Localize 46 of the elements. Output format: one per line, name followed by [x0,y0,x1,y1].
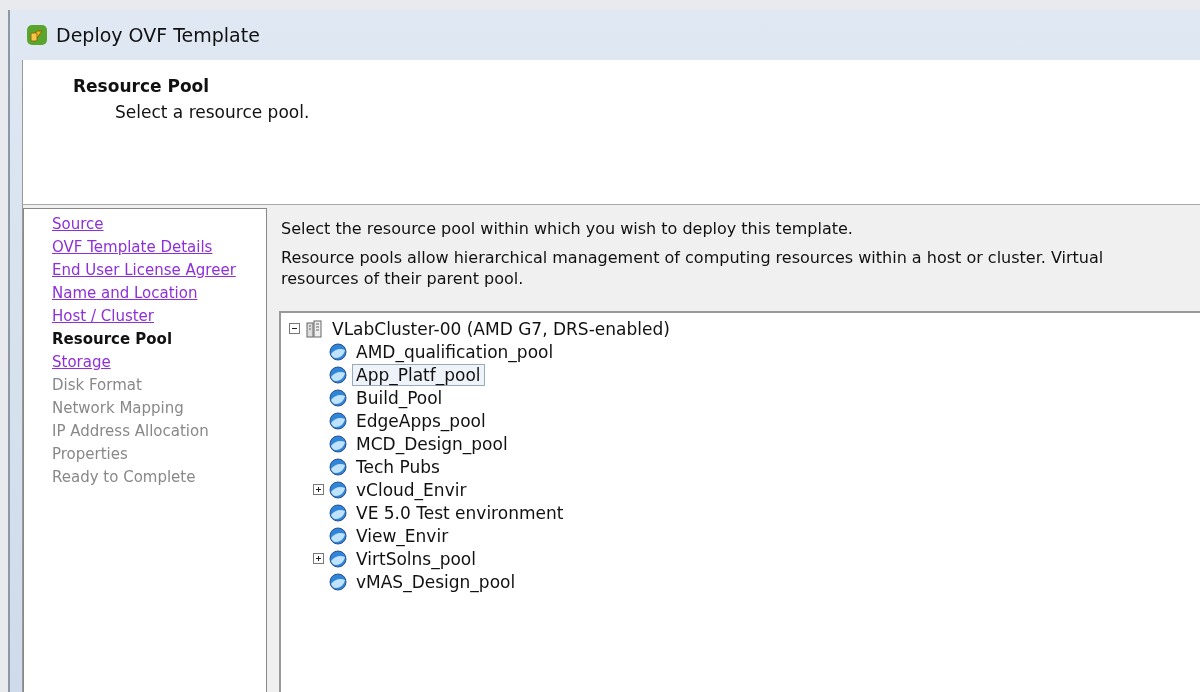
tree-item[interactable]: View_Envir [352,524,453,547]
server-cluster-icon [305,319,323,338]
resource-pool-icon [329,342,347,361]
resource-pool-icon [329,365,347,384]
step-link[interactable]: Name and Location [52,282,198,305]
resource-pool-icon [329,526,347,545]
tree-item[interactable]: VLabCluster-00 (AMD G7, DRS-enabled) [328,317,674,340]
resource-pool-icon [329,503,347,522]
step-item: Disk Format [52,375,142,396]
step-item: Properties [52,444,128,465]
app-icon [26,24,48,46]
resource-pool-icon [329,457,347,476]
step-item: IP Address Allocation [52,421,209,442]
tree-item[interactable]: vCloud_Envir [352,478,471,501]
window-title: Deploy OVF Template [56,24,260,46]
page-title: Resource Pool [73,76,211,96]
step-item: Network Mapping [52,398,184,419]
resource-pool-icon [329,388,347,407]
tree-item[interactable]: vMAS_Design_pool [352,570,520,593]
tree-item[interactable]: Tech Pubs [352,455,444,478]
step-item: Ready to Complete [52,467,196,488]
resource-pool-icon [329,434,347,453]
instruction-text: Select the resource pool within which you wish to deploy this template. [281,218,854,239]
page-subtitle: Select a resource pool. [115,102,311,122]
step-link[interactable]: Host / Cluster [52,305,154,328]
tree-item[interactable]: VE 5.0 Test environment [352,501,568,524]
tree-item[interactable]: EdgeApps_pool [352,409,490,432]
step-link[interactable]: End User License Agreer [52,259,236,282]
collapse-icon[interactable] [289,323,300,334]
step-link[interactable]: Storage [52,351,111,374]
tree-item[interactable]: AMD_qualification_pool [352,340,558,363]
tree-item[interactable]: VirtSolns_pool [352,547,480,570]
step-link[interactable]: Source [52,213,104,236]
description-text: resources of their parent pool. [281,268,525,289]
resource-pool-icon [329,572,347,591]
tree-item[interactable]: Build_Pool [352,386,447,409]
tree-item[interactable]: App_Platf_pool [352,363,485,386]
expand-icon[interactable] [313,484,324,495]
step-link[interactable]: OVF Template Details [52,236,213,259]
step-item: Resource Pool [52,329,173,350]
resource-pool-icon [329,411,347,430]
tree-item[interactable]: MCD_Design_pool [352,432,512,455]
expand-icon[interactable] [313,553,324,564]
resource-pool-icon [329,549,347,568]
resource-pool-icon [329,480,347,499]
description-text: Resource pools allow hierarchical management of computing resources within a host or cluster. Virtual [281,247,1105,268]
